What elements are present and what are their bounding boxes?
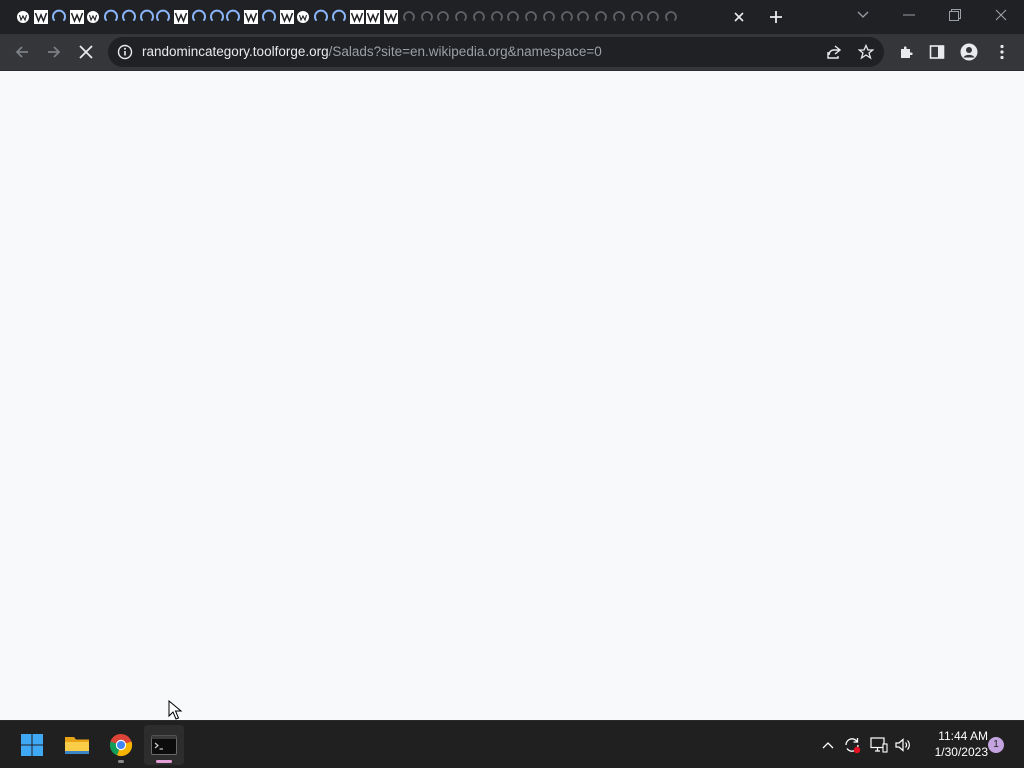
terminal-icon (151, 735, 177, 755)
chrome-icon (109, 733, 133, 757)
browser-toolbar: randomincategory.toolforge.org/Salads?si… (0, 34, 1024, 71)
clock-date: 1/30/2023 (934, 745, 988, 759)
dimmed-icon[interactable] (452, 6, 470, 28)
site-info-icon[interactable] (116, 43, 134, 61)
folder-icon (65, 737, 89, 754)
wikipedia-icon[interactable] (242, 6, 260, 28)
loading-arc-icon[interactable] (260, 6, 278, 28)
profile-avatar-icon[interactable] (954, 37, 984, 67)
dimmed-icon[interactable] (610, 6, 628, 28)
dimmed-icon[interactable] (592, 6, 610, 28)
file-explorer-button[interactable] (57, 725, 97, 765)
new-tab-button[interactable] (762, 4, 790, 30)
dimmed-icon[interactable] (662, 6, 680, 28)
dot-icon[interactable] (294, 6, 312, 28)
wikipedia-icon[interactable] (32, 6, 50, 28)
bookmark-star-icon[interactable] (856, 42, 876, 62)
sync-icon[interactable] (842, 735, 862, 755)
browser-menu-icon[interactable] (987, 37, 1017, 67)
dimmed-icon[interactable] (470, 6, 488, 28)
url-text[interactable]: randomincategory.toolforge.org/Salads?si… (142, 44, 602, 60)
minimize-button[interactable] (886, 0, 932, 30)
browser-titlebar (0, 0, 1024, 34)
side-panel-icon[interactable] (922, 37, 952, 67)
dimmed-icon[interactable] (504, 6, 522, 28)
close-tab-icon[interactable] (726, 4, 752, 30)
loading-arc-icon[interactable] (102, 6, 120, 28)
tab-strip[interactable] (14, 4, 754, 30)
loading-arc-icon[interactable] (330, 6, 348, 28)
start-button[interactable] (12, 725, 52, 765)
system-clock[interactable]: 11:44 AM 1/30/2023 (918, 728, 988, 760)
loading-arc-icon[interactable] (312, 6, 330, 28)
dot-icon[interactable] (14, 6, 32, 28)
chrome-button[interactable] (101, 725, 141, 765)
loading-arc-icon[interactable] (224, 6, 242, 28)
dimmed-icon[interactable] (522, 6, 540, 28)
dimmed-icon[interactable] (644, 6, 662, 28)
windows-logo-icon (21, 734, 43, 756)
volume-icon[interactable] (893, 735, 913, 755)
wikipedia-icon[interactable] (382, 6, 400, 28)
restore-button[interactable] (932, 0, 978, 30)
page-content (0, 71, 1024, 720)
show-hidden-icons-chevron-up-icon[interactable] (818, 735, 838, 755)
dimmed-icon[interactable] (540, 6, 558, 28)
dot-icon[interactable] (84, 6, 102, 28)
loading-arc-icon[interactable] (154, 6, 172, 28)
close-window-button[interactable] (978, 0, 1024, 30)
wikipedia-icon[interactable] (172, 6, 190, 28)
windows-taskbar: 11:44 AM 1/30/2023 1 (0, 720, 1024, 768)
url-host: randomincategory.toolforge.org (142, 44, 329, 59)
notification-badge[interactable]: 1 (988, 737, 1004, 753)
clock-time: 11:44 AM (938, 729, 988, 743)
network-icon[interactable] (869, 735, 889, 755)
stop-loading-button[interactable] (71, 37, 101, 67)
tab-search-icon[interactable] (840, 0, 886, 30)
share-icon[interactable] (824, 42, 844, 62)
wikipedia-icon[interactable] (364, 6, 382, 28)
running-indicator (118, 760, 124, 763)
dimmed-icon[interactable] (434, 6, 452, 28)
terminal-button[interactable] (144, 725, 184, 765)
url-path: /Salads?site=en.wikipedia.org&namespace=… (328, 44, 602, 59)
loading-arc-icon[interactable] (50, 6, 68, 28)
loading-arc-icon[interactable] (190, 6, 208, 28)
dimmed-icon[interactable] (400, 6, 418, 28)
address-bar[interactable]: randomincategory.toolforge.org/Salads?si… (108, 37, 884, 67)
forward-button[interactable] (39, 37, 69, 67)
extensions-puzzle-icon[interactable] (891, 37, 921, 67)
dimmed-icon[interactable] (574, 6, 592, 28)
back-button[interactable] (7, 37, 37, 67)
loading-arc-icon[interactable] (120, 6, 138, 28)
active-indicator (156, 760, 172, 763)
